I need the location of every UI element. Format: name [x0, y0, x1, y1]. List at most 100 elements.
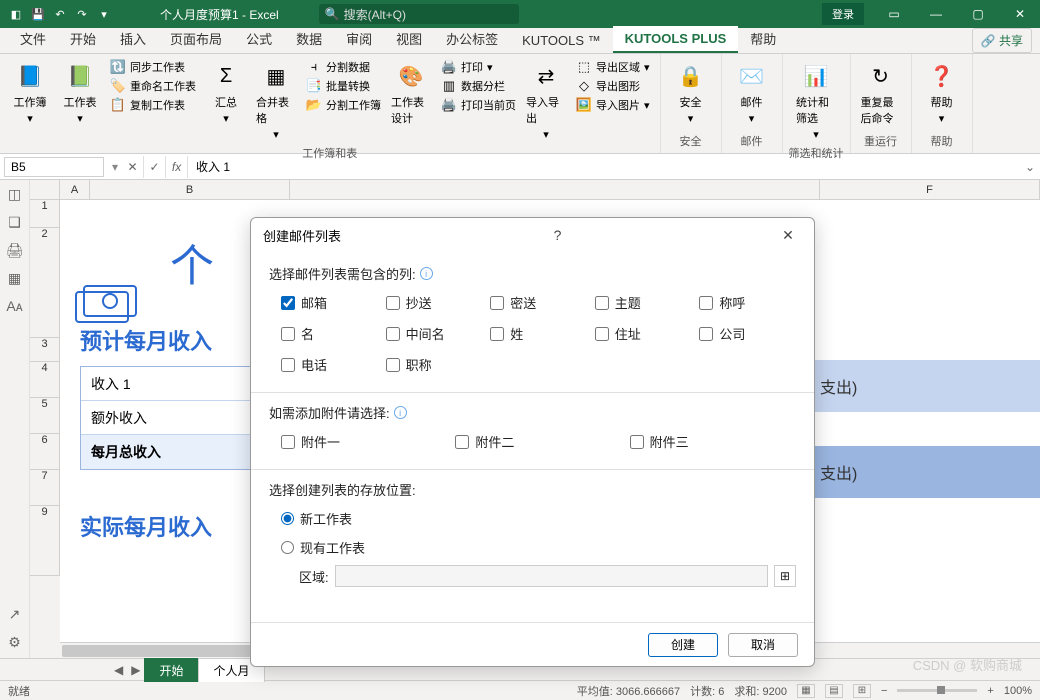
share-button[interactable]: 🔗 共享: [972, 28, 1032, 53]
dialog-help-icon[interactable]: ?: [544, 227, 572, 243]
tab-home[interactable]: 开始: [58, 24, 108, 53]
save-icon[interactable]: 💾: [30, 6, 46, 22]
cb-fname[interactable]: 名: [281, 324, 378, 343]
cb-bcc[interactable]: 密送: [490, 293, 587, 312]
table-row[interactable]: 额外收入: [81, 401, 259, 435]
zoom-slider[interactable]: [897, 689, 977, 692]
cb-address[interactable]: 住址: [595, 324, 692, 343]
worksheet-button[interactable]: 📗工作表▾: [56, 58, 104, 127]
rail-gear-icon[interactable]: ⚙: [7, 634, 23, 650]
split-data-button[interactable]: ⫞分割数据: [302, 58, 385, 76]
tab-file[interactable]: 文件: [8, 24, 58, 53]
col-header-F[interactable]: F: [820, 180, 1040, 200]
col-header-gap[interactable]: [290, 180, 820, 200]
tab-insert[interactable]: 插入: [108, 24, 158, 53]
table-row[interactable]: 收入 1: [81, 367, 259, 401]
info-icon[interactable]: i: [394, 406, 407, 419]
rail-icon-4[interactable]: ▦: [7, 270, 23, 286]
qat-dropdown-icon[interactable]: ▾: [96, 6, 112, 22]
expand-formula-icon[interactable]: ⌄: [1020, 160, 1040, 174]
data-columns-button[interactable]: ▥数据分栏: [437, 77, 520, 95]
cancel-formula-icon[interactable]: ✕: [122, 156, 144, 178]
rb-exist-sheet[interactable]: 现有工作表: [281, 538, 796, 557]
sync-sheet-button[interactable]: 🔃同步工作表: [106, 58, 200, 76]
login-button[interactable]: 登录: [822, 3, 864, 25]
view-break-icon[interactable]: ⊞: [853, 684, 871, 698]
rail-icon-2[interactable]: ❑: [7, 214, 23, 230]
cb-title[interactable]: 职称: [386, 355, 483, 374]
export-area-button[interactable]: ⬚导出区域 ▾: [572, 58, 654, 76]
summary-button[interactable]: Σ汇总▾: [202, 58, 250, 127]
close-button[interactable]: ✕: [1000, 0, 1040, 28]
fx-icon[interactable]: fx: [166, 156, 188, 178]
tab-formula[interactable]: 公式: [234, 24, 284, 53]
name-box[interactable]: B5: [4, 157, 104, 177]
create-button[interactable]: 创建: [648, 633, 718, 657]
select-all-cell[interactable]: [30, 180, 60, 200]
rb-new-sheet[interactable]: 新工作表: [281, 509, 796, 528]
cb-company[interactable]: 公司: [699, 324, 796, 343]
tab-layout[interactable]: 页面布局: [158, 24, 234, 53]
maximize-button[interactable]: ▢: [958, 0, 998, 28]
tab-review[interactable]: 审阅: [334, 24, 384, 53]
undo-icon[interactable]: ↶: [52, 6, 68, 22]
cb-email[interactable]: 邮箱: [281, 293, 378, 312]
sheet-nav-next-icon[interactable]: ▶: [127, 663, 144, 677]
split-workbook-button[interactable]: 📂分割工作簿: [302, 96, 385, 114]
zoom-minus-icon[interactable]: −: [881, 685, 887, 697]
print-current-button[interactable]: 🖨️打印当前页: [437, 96, 520, 114]
enter-formula-icon[interactable]: ✓: [144, 156, 166, 178]
range-picker-icon[interactable]: ⊞: [774, 565, 796, 587]
zoom-value[interactable]: 100%: [1004, 685, 1032, 697]
cb-cc[interactable]: 抄送: [386, 293, 483, 312]
batch-convert-button[interactable]: 📑批量转换: [302, 77, 385, 95]
cb-att2[interactable]: 附件二: [455, 432, 621, 451]
cb-subject[interactable]: 主题: [595, 293, 692, 312]
stats-filter-button[interactable]: 📊统计和筛选▾: [792, 58, 840, 143]
zoom-plus-icon[interactable]: +: [987, 685, 993, 697]
sheet-tab-active[interactable]: 开始: [144, 658, 198, 682]
rail-icon-1[interactable]: ◫: [7, 186, 23, 202]
sheet-design-button[interactable]: 🎨工作表设计: [387, 58, 435, 128]
redo-last-button[interactable]: ↻重复最后命令: [857, 58, 905, 128]
tab-kutools[interactable]: KUTOOLS ™: [510, 28, 613, 53]
copy-sheet-button[interactable]: 📋复制工作表: [106, 96, 200, 114]
cb-lname[interactable]: 姓: [490, 324, 587, 343]
view-normal-icon[interactable]: ▦: [797, 684, 815, 698]
tab-view[interactable]: 视图: [384, 24, 434, 53]
cb-att1[interactable]: 附件一: [281, 432, 447, 451]
sheet-nav-prev-icon[interactable]: ◀: [110, 663, 127, 677]
formula-input[interactable]: 收入 1: [188, 156, 1020, 177]
autosave-icon[interactable]: ◧: [8, 6, 24, 22]
merge-table-button[interactable]: ▦合并表格▾: [252, 58, 300, 143]
export-shape-button[interactable]: ◇导出图形: [572, 77, 654, 95]
rail-open-icon[interactable]: ↗: [7, 606, 23, 622]
search-box[interactable]: 🔍 搜索(Alt+Q): [319, 4, 519, 24]
security-button[interactable]: 🔒安全▾: [667, 58, 715, 127]
cb-att3[interactable]: 附件三: [630, 432, 796, 451]
dialog-close-icon[interactable]: ✕: [774, 227, 802, 244]
minimize-button[interactable]: ―: [916, 0, 956, 28]
info-icon[interactable]: i: [420, 267, 433, 280]
tab-data[interactable]: 数据: [284, 24, 334, 53]
help-button[interactable]: ❓帮助▾: [918, 58, 966, 127]
print-button[interactable]: 🖨️打印 ▾: [437, 58, 520, 76]
workbook-button[interactable]: 📘工作簿▾: [6, 58, 54, 127]
tab-kutools-plus[interactable]: KUTOOLS PLUS: [613, 26, 739, 53]
cb-salutation[interactable]: 称呼: [699, 293, 796, 312]
cb-phone[interactable]: 电话: [281, 355, 378, 374]
import-image-button[interactable]: 🖼️导入图片 ▾: [572, 96, 654, 114]
view-layout-icon[interactable]: ▤: [825, 684, 843, 698]
table-row[interactable]: 每月总收入: [81, 435, 259, 469]
tab-help[interactable]: 帮助: [738, 24, 788, 53]
rail-icon-3[interactable]: 🖨: [7, 242, 23, 258]
mail-button[interactable]: ✉️邮件▾: [728, 58, 776, 127]
ribbon-options-icon[interactable]: ▭: [874, 0, 914, 28]
col-header-A[interactable]: A: [60, 180, 90, 200]
col-header-B[interactable]: B: [90, 180, 290, 200]
tab-office[interactable]: 办公标签: [434, 24, 510, 53]
import-export-button[interactable]: ⇄导入导出▾: [522, 58, 570, 143]
redo-icon[interactable]: ↷: [74, 6, 90, 22]
cancel-button[interactable]: 取消: [728, 633, 798, 657]
cb-mname[interactable]: 中间名: [386, 324, 483, 343]
